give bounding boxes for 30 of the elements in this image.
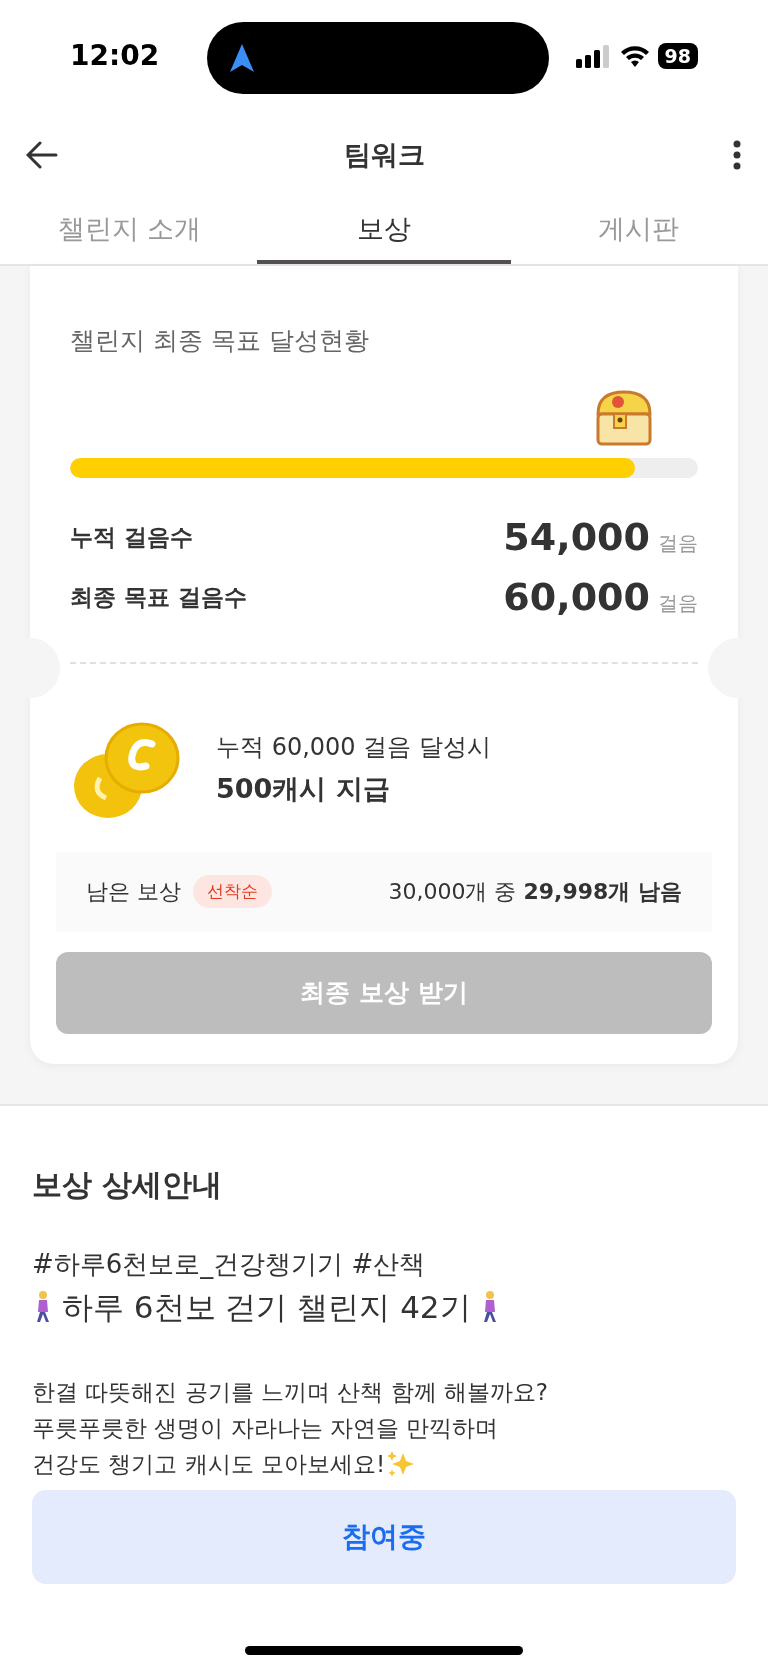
joined-button[interactable]: 참여중 bbox=[32, 1490, 736, 1584]
stat-value: 60,000 bbox=[503, 574, 650, 621]
card-title: 챌린지 최종 목표 달성현황 bbox=[70, 325, 370, 357]
first-come-badge: 선착순 bbox=[193, 874, 272, 909]
reward-condition: 누적 60,000 걸음 달성시 bbox=[216, 732, 491, 764]
sparkles-icon bbox=[385, 1449, 416, 1479]
stat-label: 최종 목표 걸음수 bbox=[70, 583, 247, 613]
tab[interactable]: 게시판 bbox=[511, 198, 766, 264]
wifi-icon bbox=[619, 44, 650, 68]
challenge-headline: 하루 6천보 걷기 챌린지 42기 bbox=[62, 1287, 471, 1327]
more-options-icon[interactable] bbox=[732, 140, 742, 170]
stat-value: 54,000 bbox=[503, 514, 650, 561]
stat-unit: 걸음 bbox=[658, 530, 698, 557]
hashtags: #하루6천보로_건강챙기기 #산책 bbox=[32, 1247, 427, 1281]
stat-unit: 걸음 bbox=[658, 590, 698, 617]
stat-label: 누적 걸음수 bbox=[70, 523, 193, 553]
reward-amount: 500캐시 지급 bbox=[216, 772, 391, 807]
page-title: 팀워크 bbox=[343, 137, 425, 172]
remaining-count: 30,000개 중 29,998개 남음 bbox=[388, 878, 682, 906]
battery-indicator: 98 bbox=[657, 43, 698, 69]
tab[interactable]: 챌린지 소개 bbox=[2, 198, 257, 264]
signal-icon bbox=[575, 44, 612, 68]
status-time: 12:02 bbox=[70, 38, 160, 74]
description-line: 건강도 챙기고 캐시도 모아보세요! bbox=[32, 1450, 386, 1479]
navigation-arrow-icon bbox=[229, 43, 255, 73]
back-arrow-icon[interactable] bbox=[26, 141, 58, 169]
remaining-label: 남은 보상 bbox=[86, 878, 181, 906]
description-line: 한결 따뜻해진 공기를 느끼며 산책 함께 해볼까요? bbox=[32, 1378, 550, 1407]
section-title: 보상 상세안내 bbox=[32, 1165, 224, 1204]
description-line: 푸릇푸릇한 생명이 자라나는 자연을 만끽하며 bbox=[32, 1414, 500, 1443]
